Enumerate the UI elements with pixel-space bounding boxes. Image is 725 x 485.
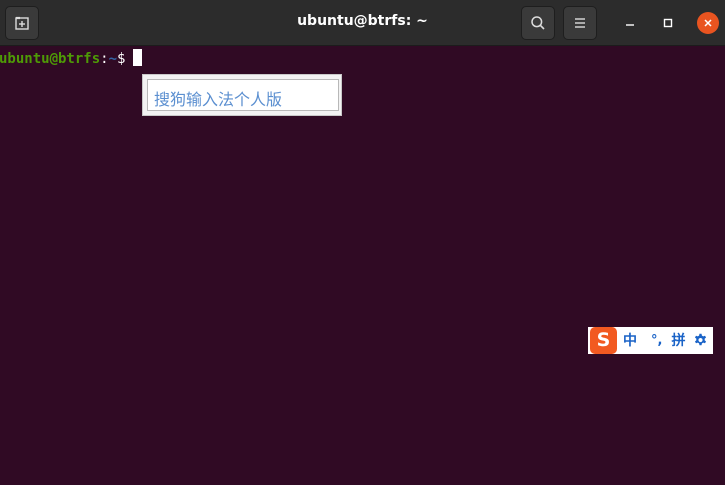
sogou-status-bar[interactable]: S 中 °, 拼 [588, 327, 713, 354]
minimize-button[interactable] [619, 12, 641, 34]
prompt-user-host: ubuntu@btrfs [0, 51, 101, 67]
prompt-line: ubuntu@btrfs:~$ [0, 49, 143, 68]
terminal-area[interactable]: ubuntu@btrfs:~$ [0, 47, 725, 485]
new-tab-icon [15, 16, 29, 30]
chinese-mode-toggle[interactable]: 中 [623, 334, 637, 348]
maximize-icon [663, 18, 673, 28]
minimize-icon [626, 24, 634, 26]
punctuation-toggle[interactable]: °, [651, 334, 662, 347]
search-icon [531, 16, 545, 30]
new-tab-button[interactable] [5, 6, 39, 40]
sogou-logo-icon[interactable]: S [590, 327, 617, 354]
ime-input-box: 搜狗输入法个人版 [147, 79, 339, 111]
close-icon [704, 19, 712, 27]
gear-icon [695, 333, 707, 346]
prompt-colon: : [100, 51, 109, 67]
ime-candidate-text: 搜狗输入法个人版 [154, 90, 283, 109]
terminal-window: ubuntu@btrfs: ~ ubuntu@btrfs:~$ 搜狗输入法个人版… [0, 0, 725, 485]
prompt-path: ~ [108, 51, 118, 67]
hamburger-menu-icon [575, 18, 585, 28]
close-button[interactable] [697, 12, 719, 34]
pinyin-mode-toggle[interactable]: 拼 [671, 334, 685, 348]
menu-button[interactable] [563, 6, 597, 40]
settings-button[interactable] [693, 333, 708, 348]
maximize-button[interactable] [657, 12, 679, 34]
search-button[interactable] [521, 6, 555, 40]
header-bar: ubuntu@btrfs: ~ [0, 0, 725, 46]
prompt-symbol: $ [117, 51, 126, 67]
ime-candidate-popup: 搜狗输入法个人版 [142, 74, 342, 116]
text-cursor [133, 49, 143, 66]
sogou-logo-letter: S [596, 329, 611, 351]
window-title: ubuntu@btrfs: ~ [297, 13, 428, 29]
